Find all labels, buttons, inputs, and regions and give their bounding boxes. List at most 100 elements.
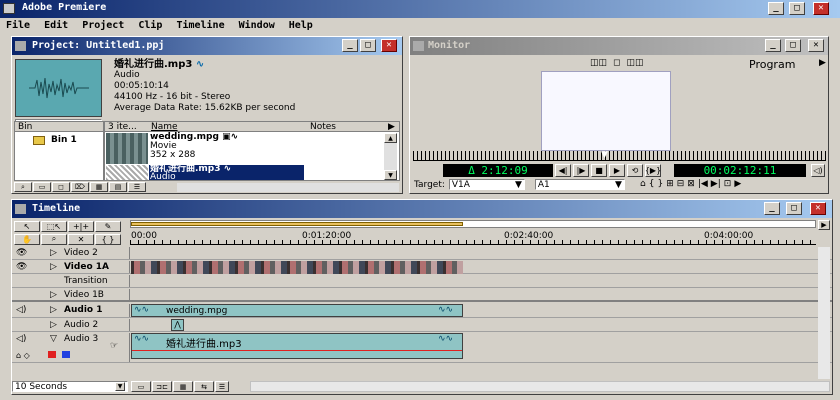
timeline-hscrollbar[interactable] bbox=[250, 381, 830, 392]
step-back-icon[interactable]: ◀| bbox=[555, 164, 571, 177]
timeline-minimize-button[interactable]: _ bbox=[764, 202, 780, 215]
menu-timeline[interactable]: Timeline bbox=[176, 20, 224, 31]
play-in-out-icon[interactable]: {▶} bbox=[645, 164, 661, 177]
timeline-menu-arrow-icon[interactable]: ▶ bbox=[818, 220, 830, 230]
razor-icon[interactable]: ✎ bbox=[95, 221, 121, 232]
vertical-scrollbar[interactable]: ▲ ▼ bbox=[384, 133, 397, 180]
icon-view-icon[interactable]: ▦ bbox=[90, 182, 108, 192]
time-ruler[interactable]: 00:00 0:01:20:00 0:02:40:00 0:04:00:00 bbox=[130, 230, 816, 245]
expand-arrow-icon[interactable]: ▷ bbox=[50, 320, 57, 330]
list-item-selected[interactable]: 婚礼进行曲.mp3 ∿ Audio bbox=[149, 165, 304, 182]
go-to-out-icon[interactable]: ▶| bbox=[711, 179, 721, 189]
timeline-close-button[interactable]: ✕ bbox=[810, 202, 826, 215]
timeline-vscrollbar[interactable] bbox=[818, 247, 830, 379]
single-view-icon[interactable]: ◻ bbox=[613, 58, 620, 68]
menu-project[interactable]: Project bbox=[82, 20, 124, 31]
speaker-icon[interactable]: ◁) bbox=[16, 334, 26, 344]
expand-arrow-icon[interactable]: ▷ bbox=[50, 305, 57, 315]
overlay-icon[interactable]: ⊟ bbox=[677, 179, 685, 189]
dual-view-icon[interactable]: ◫◫ bbox=[590, 58, 607, 68]
expand-arrow-icon[interactable]: ▷ bbox=[50, 262, 57, 272]
menu-edit[interactable]: Edit bbox=[44, 20, 68, 31]
keyframe-nav-icon[interactable]: ⌂ ◇ bbox=[16, 351, 30, 360]
thumbnail-view-icon[interactable]: ▤ bbox=[109, 182, 127, 192]
audio-clip-wedding[interactable]: ∿∿ wedding.mpg ∿∿ bbox=[131, 304, 463, 317]
volume-rubberband[interactable] bbox=[132, 350, 462, 351]
selection-tool-icon[interactable]: ↖ bbox=[14, 221, 40, 232]
preview-duration: 00:05:10:14 bbox=[114, 81, 169, 91]
monitor-menu-arrow-icon[interactable]: ▶ bbox=[819, 58, 826, 68]
expand-arrow-icon[interactable]: ▷ bbox=[50, 248, 57, 258]
play-button-icon[interactable]: ▶ bbox=[609, 164, 625, 177]
zoom-select[interactable]: 10 Seconds ▼ bbox=[12, 381, 128, 392]
scroll-down-icon[interactable]: ▼ bbox=[384, 170, 397, 180]
stop-icon[interactable]: ■ bbox=[591, 164, 607, 177]
volume-icon[interactable]: ◁) bbox=[811, 164, 825, 177]
name-header[interactable]: Name bbox=[151, 122, 178, 132]
monitor-minimize-button[interactable]: _ bbox=[765, 39, 781, 52]
insert-icon[interactable]: ⊞ bbox=[666, 179, 674, 189]
sync-icon[interactable]: ▦ bbox=[173, 381, 193, 392]
video-clip-filmstrip[interactable] bbox=[131, 261, 463, 274]
export-frame-icon[interactable]: ⊡ bbox=[724, 179, 732, 189]
monitor-close-button[interactable]: ✕ bbox=[808, 39, 824, 52]
list-view-icon[interactable]: ☰ bbox=[128, 182, 146, 192]
new-item-icon[interactable]: ◻ bbox=[52, 182, 70, 192]
horizontal-scrollbar[interactable] bbox=[177, 183, 399, 192]
playhead-icon[interactable]: ▼ bbox=[601, 150, 608, 160]
maximize-button[interactable]: □ bbox=[789, 2, 805, 15]
lift-icon[interactable]: ⌂ bbox=[640, 179, 646, 189]
speaker-icon[interactable]: ◁) bbox=[16, 305, 26, 315]
go-to-in-icon[interactable]: |◀ bbox=[698, 179, 708, 189]
timeline-maximize-button[interactable]: □ bbox=[786, 202, 802, 215]
audio-clip-wedding-march[interactable]: ∿∿ 婚礼进行曲.mp3 ∿∿ bbox=[131, 333, 463, 359]
delete-icon[interactable]: ⌦ bbox=[71, 182, 89, 192]
project-close-button[interactable]: ✕ bbox=[381, 39, 397, 52]
menu-file[interactable]: File bbox=[6, 20, 30, 31]
crossfade-icon[interactable]: ⋀ bbox=[171, 319, 184, 331]
cross-fade-icon[interactable]: ✕ bbox=[68, 233, 94, 245]
work-area-bar[interactable] bbox=[130, 220, 816, 228]
mark-out-icon[interactable]: } bbox=[657, 179, 663, 189]
mark-in-icon[interactable]: { bbox=[649, 179, 655, 189]
notes-header[interactable]: Notes bbox=[310, 122, 336, 132]
find-icon[interactable]: ⌕ bbox=[14, 182, 32, 192]
extract-icon[interactable]: ⊠ bbox=[687, 179, 695, 189]
target-video-select[interactable]: V1A ▼ bbox=[448, 179, 525, 190]
snap-icon[interactable]: ⊐⊏ bbox=[152, 381, 172, 392]
track-format-icon[interactable]: ▭ bbox=[131, 381, 151, 392]
ripple-edit-icon[interactable]: +|+ bbox=[68, 221, 94, 232]
panel-menu-arrow-icon[interactable]: ▶ bbox=[388, 122, 395, 132]
list-item[interactable]: wedding.mpg ▣∿ Movie 352 x 288 bbox=[150, 133, 238, 160]
trim-view-icon[interactable]: ◫◫ bbox=[627, 58, 644, 68]
hand-tool-icon[interactable]: ✋ bbox=[14, 233, 40, 245]
eye-icon[interactable]: 👁 bbox=[16, 262, 27, 272]
bin-item[interactable]: Bin 1 bbox=[33, 135, 77, 145]
collapse-arrow-icon[interactable]: ▽ bbox=[50, 334, 57, 344]
monitor-maximize-button[interactable]: □ bbox=[785, 39, 801, 52]
menu-window[interactable]: Window bbox=[239, 20, 275, 31]
program-timeruler[interactable]: ▼ bbox=[413, 150, 826, 161]
shift-tracks-icon[interactable]: ⇆ bbox=[194, 381, 214, 392]
new-bin-icon[interactable]: ▭ bbox=[33, 182, 51, 192]
loop-icon[interactable]: ⟲ bbox=[627, 164, 643, 177]
expand-arrow-icon[interactable]: ▷ bbox=[50, 290, 57, 300]
minimize-button[interactable]: _ bbox=[768, 2, 784, 15]
zoom-tool-icon[interactable]: ⌕ bbox=[41, 233, 67, 245]
target-audio-select[interactable]: A1 ▼ bbox=[534, 179, 625, 190]
edge-view-icon[interactable]: ☰ bbox=[215, 381, 229, 392]
monitor-scroll-icon[interactable]: ▶ bbox=[734, 179, 741, 189]
eye-icon[interactable]: 👁 bbox=[16, 248, 27, 258]
blue-pan-icon[interactable] bbox=[62, 351, 70, 358]
monitor-window: Monitor _ □ ✕ ◫◫ ◻ ◫◫ Program ▶ ▼ Δ 2:12… bbox=[409, 36, 829, 194]
project-minimize-button[interactable]: _ bbox=[342, 39, 358, 52]
red-volume-icon[interactable] bbox=[48, 351, 56, 358]
menu-clip[interactable]: Clip bbox=[138, 20, 162, 31]
project-maximize-button[interactable]: □ bbox=[360, 39, 376, 52]
in-out-point-icon[interactable]: { } bbox=[95, 233, 121, 245]
step-forward-icon[interactable]: |▶ bbox=[573, 164, 589, 177]
range-select-icon[interactable]: ⬚↖ bbox=[41, 221, 67, 232]
close-button[interactable]: ✕ bbox=[813, 2, 829, 15]
menu-help[interactable]: Help bbox=[289, 20, 313, 31]
scroll-up-icon[interactable]: ▲ bbox=[384, 133, 397, 143]
